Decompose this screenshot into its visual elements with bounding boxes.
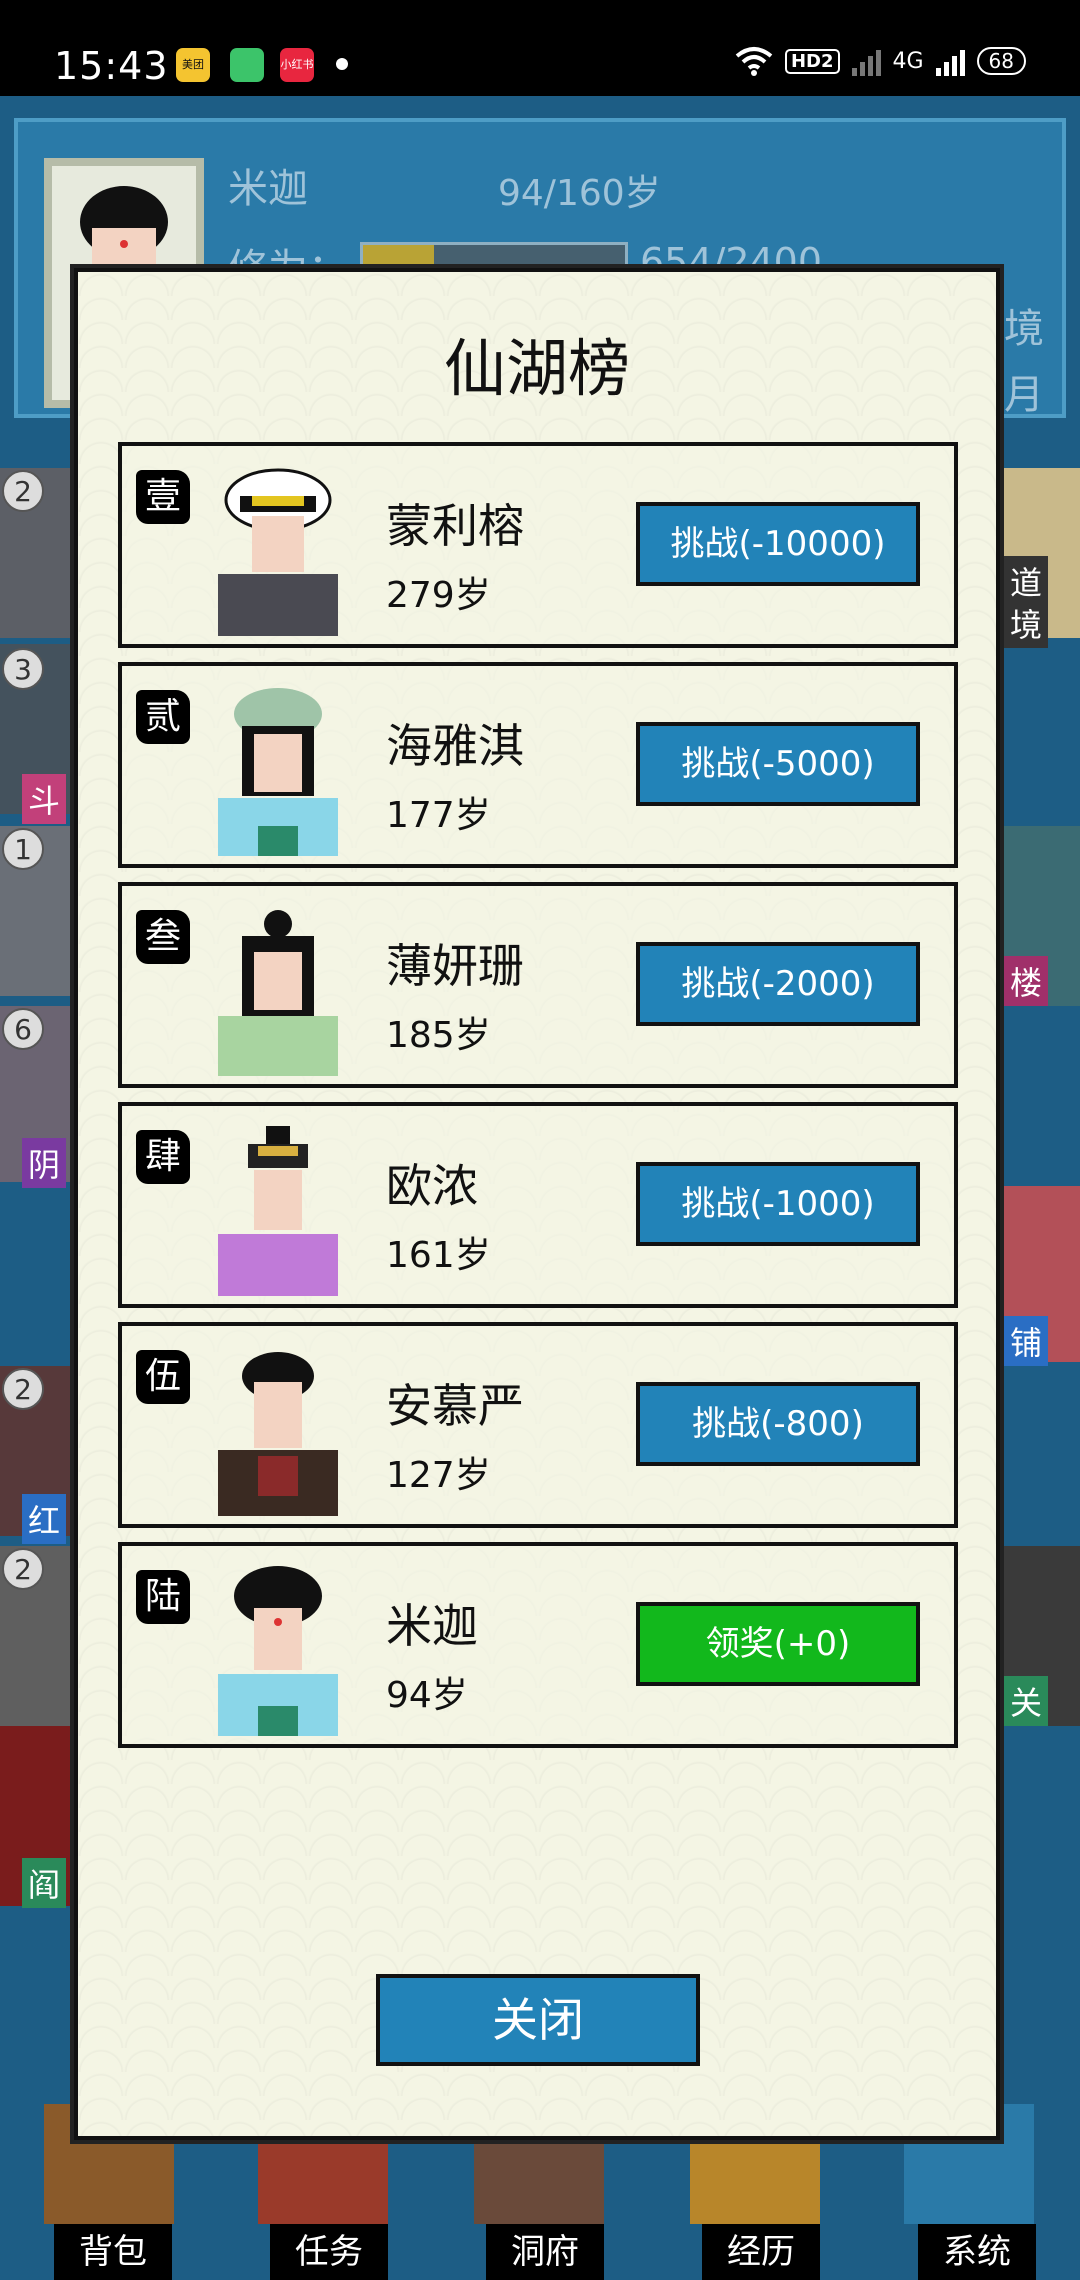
- meituan-app-icon: 美团: [176, 48, 210, 82]
- tile-badge-3: 1: [2, 828, 44, 870]
- signal-1-icon: [851, 46, 881, 76]
- character-avatar-icon: [218, 468, 338, 636]
- network-type: 4G: [892, 48, 924, 74]
- signal-2-icon: [935, 46, 965, 76]
- entry-name: 欧浓: [386, 1159, 478, 1213]
- entry-name: 海雅淇: [386, 719, 524, 773]
- wifi-icon: [735, 47, 773, 76]
- rank-badge: 伍: [136, 1350, 190, 1404]
- green-app-icon: [230, 48, 264, 82]
- battery-icon: 68: [976, 47, 1026, 75]
- left-tag-2: 阴: [22, 1138, 67, 1188]
- rank-badge: 叁: [136, 910, 190, 964]
- entry-age: 94岁: [386, 1675, 468, 1716]
- tile-badge-2: 3: [2, 648, 44, 690]
- nav-history[interactable]: 经历: [702, 2224, 820, 2280]
- entry-age: 279岁: [386, 575, 491, 616]
- challenge-button[interactable]: 挑战(-10000): [636, 502, 920, 586]
- leaderboard-modal: 仙湖榜 壹 蒙利榕 279岁 挑战(-10000) 贰 海雅淇 177岁 挑战(…: [74, 268, 1000, 2140]
- challenge-button[interactable]: 挑战(-2000): [636, 942, 920, 1026]
- hd-icon: HD2: [784, 48, 840, 74]
- close-button[interactable]: 关闭: [376, 1974, 700, 2066]
- tile-badge-6: 2: [2, 1548, 44, 1590]
- realm-text: 境: [1004, 306, 1044, 352]
- entry-name: 蒙利榕: [386, 499, 524, 553]
- entry-name: 薄妍珊: [386, 939, 524, 993]
- challenge-button[interactable]: 挑战(-800): [636, 1382, 920, 1466]
- left-tag-3: 红: [22, 1494, 67, 1544]
- status-icons: HD2 4G 68: [735, 46, 1026, 76]
- rank-badge: 壹: [136, 470, 190, 524]
- character-avatar-icon: [218, 1352, 338, 1516]
- right-tag-3: 楼: [1004, 956, 1049, 1006]
- character-avatar-icon: [218, 1126, 338, 1296]
- challenge-button[interactable]: 挑战(-5000): [636, 722, 920, 806]
- rank-row-4: 肆 欧浓 161岁 挑战(-1000): [118, 1102, 958, 1308]
- claim-reward-button[interactable]: 领奖(+0): [636, 1602, 920, 1686]
- entry-age: 185岁: [386, 1015, 491, 1056]
- entry-age: 127岁: [386, 1455, 491, 1496]
- rank-badge: 陆: [136, 1570, 190, 1624]
- rank-badge: 肆: [136, 1130, 190, 1184]
- modal-title: 仙湖榜: [443, 332, 630, 405]
- status-time: 15:43: [54, 44, 169, 88]
- rank-row-2: 贰 海雅淇 177岁 挑战(-5000): [118, 662, 958, 868]
- tile-badge-5: 2: [2, 1368, 44, 1410]
- challenge-button[interactable]: 挑战(-1000): [636, 1162, 920, 1246]
- entry-name: 米迦: [386, 1599, 478, 1653]
- right-tag-4: 铺: [1004, 1316, 1049, 1366]
- rank-badge: 贰: [136, 690, 190, 744]
- tile-badge-4: 6: [2, 1008, 44, 1050]
- character-avatar-icon: [218, 688, 338, 856]
- character-avatar-icon: [218, 1566, 338, 1736]
- nav-system[interactable]: 系统: [918, 2224, 1036, 2280]
- nav-cave[interactable]: 洞府: [486, 2224, 604, 2280]
- entry-age: 161岁: [386, 1235, 491, 1276]
- rank-row-6: 陆 米迦 94岁 领奖(+0): [118, 1542, 958, 1748]
- nav-backpack[interactable]: 背包: [54, 2224, 172, 2280]
- xiaohongshu-app-icon: 小红书: [280, 48, 314, 82]
- right-tag-2: 境: [1004, 598, 1049, 648]
- tile-badge-1: 2: [2, 470, 44, 512]
- player-age: 94/160岁: [498, 173, 661, 214]
- notification-dot-icon: [336, 58, 348, 70]
- rank-row-1: 壹 蒙利榕 279岁 挑战(-10000): [118, 442, 958, 648]
- rank-row-5: 伍 安慕严 127岁 挑战(-800): [118, 1322, 958, 1528]
- player-name: 米迦: [228, 166, 308, 212]
- left-tag-4: 阎: [22, 1858, 67, 1908]
- month-text: 月: [1004, 372, 1044, 418]
- nav-tasks[interactable]: 任务: [270, 2224, 388, 2280]
- right-tag-5: 关: [1004, 1676, 1049, 1726]
- character-avatar-icon: [218, 910, 338, 1076]
- status-bar: 15:43 美团 小红书 HD2 4G 68: [0, 0, 1080, 96]
- left-tag-1: 斗: [22, 774, 67, 824]
- entry-age: 177岁: [386, 795, 491, 836]
- entry-name: 安慕严: [386, 1379, 524, 1433]
- rank-row-3: 叁 薄妍珊 185岁 挑战(-2000): [118, 882, 958, 1088]
